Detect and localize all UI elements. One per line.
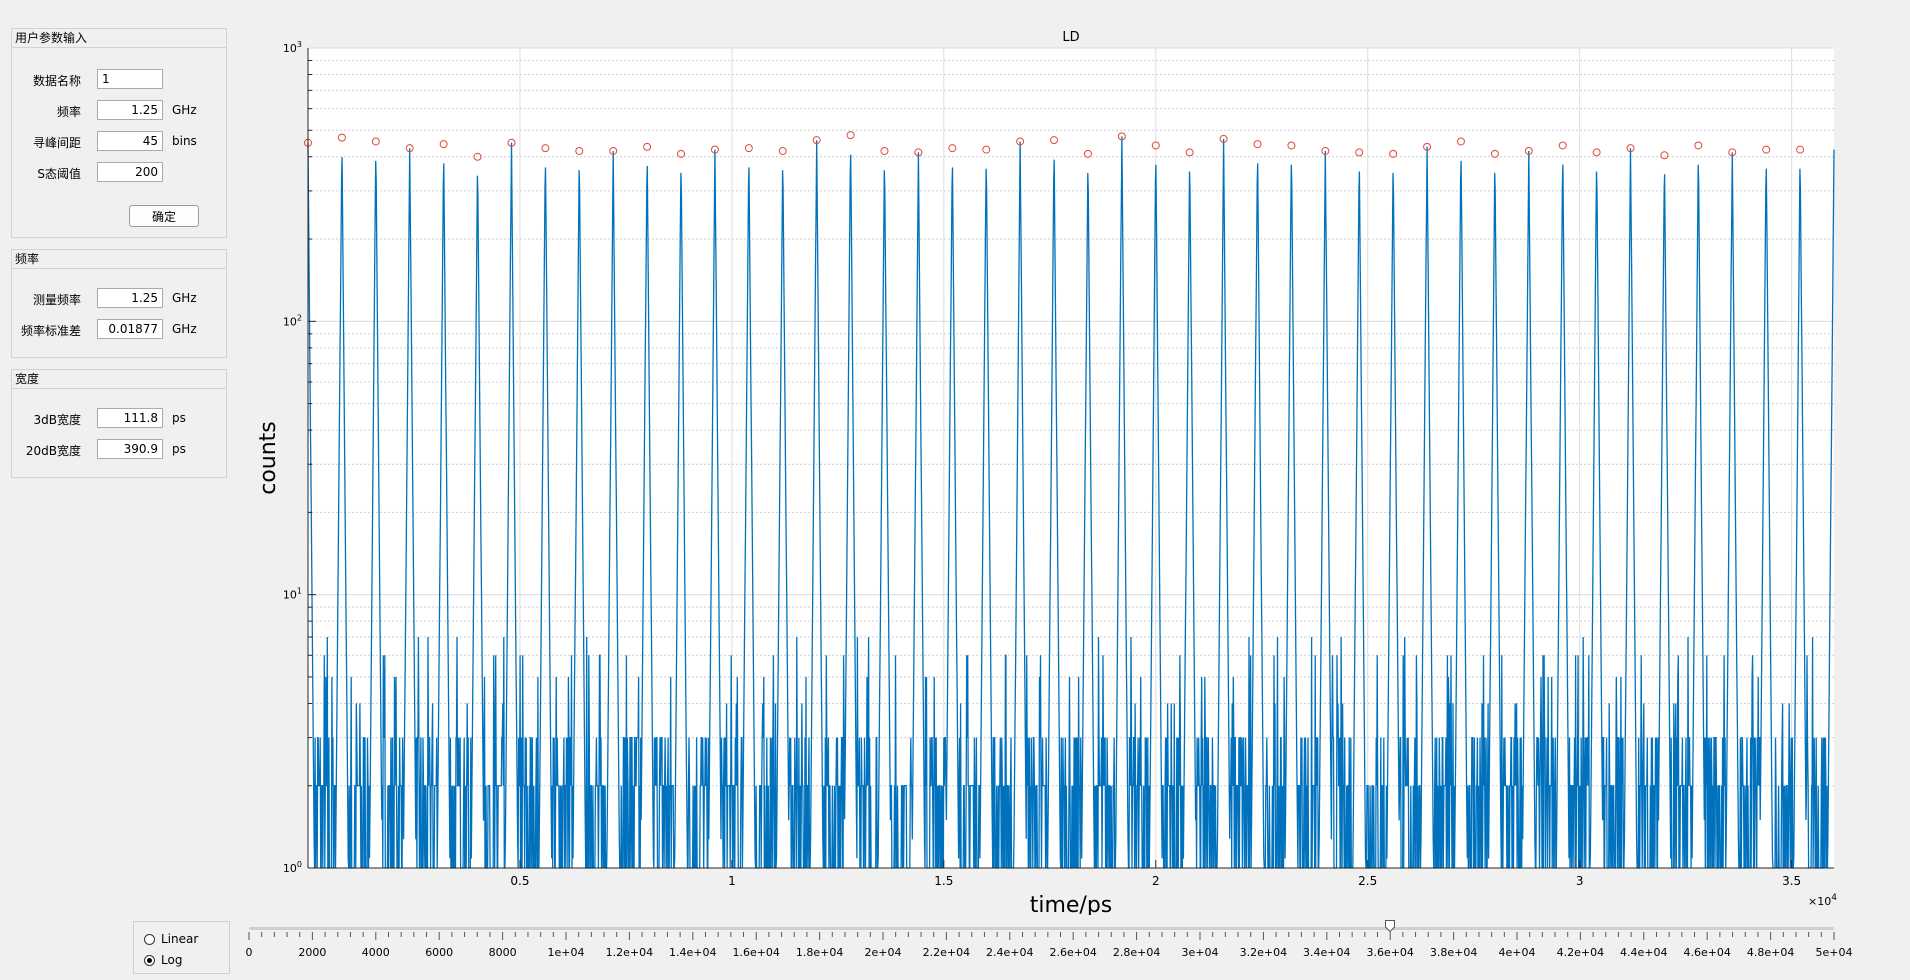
x-tick-label: 2	[1152, 874, 1160, 888]
linear-radio-label: Linear	[161, 932, 199, 946]
slider-tick-label: 3.6e+04	[1366, 946, 1413, 959]
y-tick-label: 101	[283, 587, 302, 602]
y-tick-power: 0	[297, 860, 302, 869]
slider-tick-label: 3e+04	[1182, 946, 1219, 959]
y-tick-label: 100	[283, 860, 302, 875]
slider-tick-label: 1.2e+04	[606, 946, 653, 959]
y-tick-power: 2	[297, 313, 302, 322]
x-tick-label: 3	[1576, 874, 1584, 888]
x-axis-label: time/ps	[1030, 893, 1113, 915]
y-tick-power: 1	[297, 587, 302, 596]
x-exponent-label: ×104	[1808, 893, 1837, 908]
x-exponent-base: ×10	[1808, 895, 1831, 908]
slider-tick-label: 1.8e+04	[796, 946, 843, 959]
y-tick-base: 10	[283, 315, 297, 328]
slider-tick-label: 6000	[425, 946, 453, 959]
slider-tick-label: 3.2e+04	[1240, 946, 1287, 959]
slider-tick-label: 5e+04	[1816, 946, 1853, 959]
y-tick-base: 10	[283, 862, 297, 875]
slider-tick-label: 3.8e+04	[1430, 946, 1477, 959]
slider-tick-label: 2000	[298, 946, 326, 959]
time-slider[interactable]: 0 2000 4000 6000 8000 1e+04 1.2e+04 1.4e+04 1.6e…	[246, 920, 1852, 980]
x-tick-label: 1.5	[934, 874, 953, 888]
scale-toggle-group: Linear Log	[133, 921, 230, 974]
linear-radio-circle[interactable]	[144, 934, 155, 945]
slider-tick-label: 4e+04	[1499, 946, 1536, 959]
chart-title: LD	[1062, 30, 1079, 45]
x-exponent-power: 4	[1831, 893, 1837, 903]
slider-tick-label: 3.4e+04	[1303, 946, 1350, 959]
x-tick-label: 2.5	[1358, 874, 1377, 888]
slider-tick-label: 4000	[362, 946, 390, 959]
y-tick-power: 3	[297, 40, 302, 49]
slider-tick-label: 2e+04	[865, 946, 902, 959]
slider-ticks: 0 2000 4000 6000 8000 1e+04 1.2e+04 1.4e+04 1.6e…	[246, 932, 1852, 959]
x-tick-label: 0.5	[510, 874, 529, 888]
slider-tick-label: 2.2e+04	[923, 946, 970, 959]
slider-tick-label: 0	[246, 946, 253, 959]
slider-tick-label: 8000	[489, 946, 517, 959]
radio-selected-dot	[147, 958, 152, 963]
y-tick-base: 10	[283, 42, 297, 55]
x-tick-label: 3.5	[1782, 874, 1801, 888]
y-tick-label: 102	[283, 313, 302, 328]
slider-tick-label: 1.4e+04	[669, 946, 716, 959]
y-axis-label: counts	[256, 421, 281, 495]
slider-tick-label: 4.2e+04	[1557, 946, 1604, 959]
slider-tick-label: 2.6e+04	[1049, 946, 1096, 959]
x-tick-label: 1	[728, 874, 736, 888]
y-tick-label: 103	[283, 40, 302, 55]
slider-tick-label: 4.8e+04	[1747, 946, 1794, 959]
slider-tick-label: 2.4e+04	[986, 946, 1033, 959]
slider-tick-label: 1e+04	[548, 946, 585, 959]
log-radio-circle[interactable]	[144, 955, 155, 966]
slider-tick-label: 4.6e+04	[1683, 946, 1730, 959]
slider-tick-label: 2.8e+04	[1113, 946, 1160, 959]
slider-thumb[interactable]	[1385, 920, 1396, 932]
slider-tick-label: 4.4e+04	[1620, 946, 1667, 959]
slider-tick-label: 1.6e+04	[732, 946, 779, 959]
log-radio-label: Log	[161, 953, 183, 967]
y-tick-base: 10	[283, 589, 297, 602]
ld-chart[interactable]: 1001011021030.5 1 1.5 2 2.5 3 3.5 LD time/ps c…	[0, 0, 1910, 915]
